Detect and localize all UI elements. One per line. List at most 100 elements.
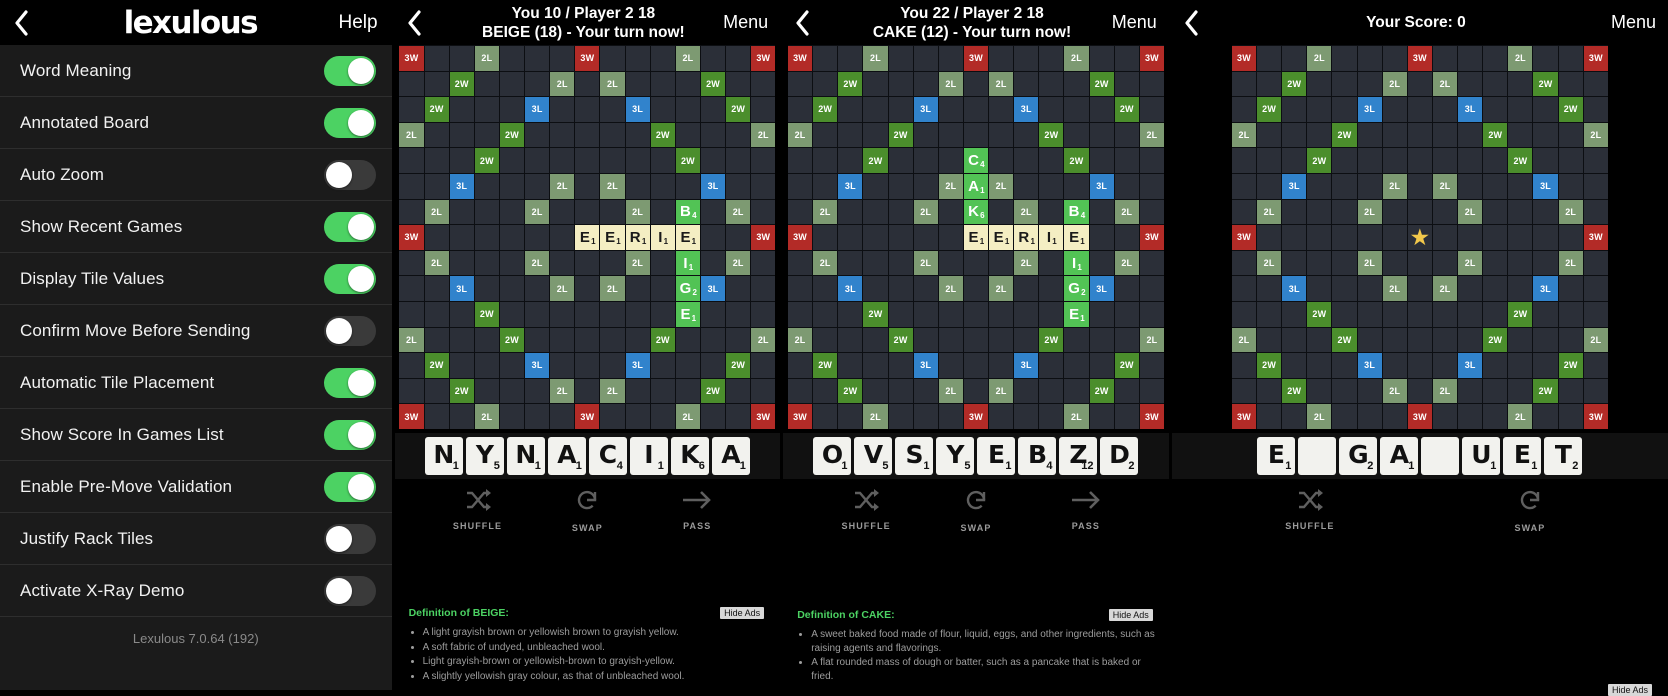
board-bonus-3w[interactable]: 3W (751, 225, 776, 250)
board-cell-empty[interactable] (1014, 404, 1039, 429)
board-cell-empty[interactable] (525, 225, 550, 250)
board-cell-empty[interactable] (625, 122, 650, 148)
board-cell-empty[interactable] (1382, 199, 1407, 225)
board-tile-i[interactable]: I1 (1064, 250, 1089, 276)
board-cell-empty[interactable] (751, 250, 776, 276)
rack-tile-a[interactable]: A1 (1380, 436, 1419, 475)
board-cell-empty[interactable] (813, 327, 838, 353)
board-bonus-2w[interactable]: 2W (1257, 97, 1282, 122)
board-cell-empty[interactable] (863, 71, 888, 97)
board-cell-empty[interactable] (1039, 46, 1064, 71)
board-cell-empty[interactable] (1508, 71, 1533, 97)
board-cell-empty[interactable] (1533, 46, 1558, 71)
board-bonus-3l[interactable]: 3L (1282, 173, 1307, 199)
board-cell-empty[interactable] (1558, 173, 1583, 199)
board-cell-empty[interactable] (963, 353, 989, 378)
board-cell-empty[interactable] (675, 122, 700, 148)
board-cell-empty[interactable] (1583, 199, 1608, 225)
board-cell-empty[interactable] (963, 71, 989, 97)
board-cell-empty[interactable] (675, 327, 700, 353)
board-cell-empty[interactable] (863, 327, 888, 353)
board-cell-empty[interactable] (813, 276, 838, 301)
board-cell-empty[interactable] (1407, 353, 1432, 378)
game3-board[interactable]: 3W 2L 3W 2L 3W 2W 2L 2L 2W 2W 3L 3L 2W 2L 2W 2W 2L 2W 2W 3L… (1231, 45, 1608, 429)
toggle-enable-pre-move-validation[interactable] (323, 471, 376, 502)
board-bonus-2w[interactable]: 2W (726, 97, 751, 122)
board-cell-empty[interactable] (600, 122, 625, 148)
board-cell-empty[interactable] (1357, 71, 1382, 97)
board-bonus-2l[interactable]: 2L (424, 199, 449, 225)
board-cell-empty[interactable] (1231, 250, 1257, 276)
board-cell-empty[interactable] (1382, 148, 1407, 173)
board-cell-empty[interactable] (1139, 250, 1164, 276)
board-cell-empty[interactable] (913, 173, 938, 199)
board-cell-empty[interactable] (1231, 71, 1257, 97)
board-tile-i[interactable]: I1 (650, 225, 675, 250)
setting-row-automatic-tile-placement[interactable]: Automatic Tile Placement (0, 357, 392, 409)
board-cell-empty[interactable] (1332, 199, 1357, 225)
board-cell-empty[interactable] (1332, 225, 1357, 250)
board-bonus-2w[interactable]: 2W (813, 353, 838, 378)
board-cell-empty[interactable] (1382, 301, 1407, 327)
help-button[interactable]: Help (339, 12, 378, 34)
board-cell-empty[interactable] (787, 148, 813, 173)
board-cell-empty[interactable] (1458, 71, 1483, 97)
board-cell-empty[interactable] (700, 327, 726, 353)
board-cell-empty[interactable] (600, 301, 625, 327)
board-cell-empty[interactable] (1382, 353, 1407, 378)
toggle-auto-zoom[interactable] (323, 159, 376, 190)
board-bonus-2l[interactable]: 2L (787, 327, 813, 353)
board-cell-empty[interactable] (575, 148, 600, 173)
board-cell-empty[interactable] (1307, 173, 1332, 199)
board-cell-empty[interactable] (938, 353, 963, 378)
board-cell-empty[interactable] (625, 46, 650, 71)
board-cell-empty[interactable] (863, 250, 888, 276)
board-cell-empty[interactable] (787, 71, 813, 97)
board-cell-empty[interactable] (989, 148, 1014, 173)
menu-button[interactable]: Menu (1112, 12, 1157, 33)
board-cell-empty[interactable] (1508, 327, 1533, 353)
board-bonus-2l[interactable]: 2L (1432, 276, 1458, 301)
board-cell-empty[interactable] (550, 225, 575, 250)
board-cell-empty[interactable] (1307, 276, 1332, 301)
board-bonus-3l[interactable]: 3L (1357, 353, 1382, 378)
board-cell-empty[interactable] (1332, 250, 1357, 276)
board-cell-empty[interactable] (751, 301, 776, 327)
board-cell-empty[interactable] (625, 148, 650, 173)
board-cell-empty[interactable] (399, 173, 424, 199)
board-cell-empty[interactable] (424, 46, 449, 71)
action-shuffle-button[interactable]: SHUFFLE (1265, 488, 1355, 531)
board-bonus-3l[interactable]: 3L (1089, 276, 1114, 301)
board-cell-empty[interactable] (1039, 353, 1064, 378)
board-bonus-3w[interactable]: 3W (787, 225, 813, 250)
board-cell-empty[interactable] (449, 225, 474, 250)
board-cell-empty[interactable] (449, 404, 474, 429)
board-cell-empty[interactable] (1432, 327, 1458, 353)
board-cell-empty[interactable] (550, 301, 575, 327)
rack-tile-u[interactable]: U1 (1462, 436, 1501, 475)
board-bonus-2l[interactable]: 2L (600, 378, 625, 404)
board-cell-empty[interactable] (1533, 199, 1558, 225)
board-bonus-2l[interactable]: 2L (1139, 327, 1164, 353)
board-cell-empty[interactable] (650, 353, 675, 378)
board-bonus-3w[interactable]: 3W (575, 46, 600, 71)
setting-row-auto-zoom[interactable]: Auto Zoom (0, 149, 392, 201)
board-cell-empty[interactable] (1307, 122, 1332, 148)
board-bonus-2l[interactable]: 2L (751, 327, 776, 353)
board-cell-empty[interactable] (525, 378, 550, 404)
rack-tile-z[interactable]: Z 12 (1059, 436, 1098, 475)
board-cell-empty[interactable] (650, 97, 675, 122)
board-cell-empty[interactable] (499, 404, 525, 429)
board-bonus-2l[interactable]: 2L (813, 199, 838, 225)
toggle-show-recent-games[interactable] (323, 211, 376, 242)
board-bonus-2l[interactable]: 2L (600, 276, 625, 301)
board-cell-empty[interactable] (449, 122, 474, 148)
board-bonus-2w[interactable]: 2W (813, 97, 838, 122)
board-cell-empty[interactable] (1114, 404, 1139, 429)
board-cell-empty[interactable] (1114, 301, 1139, 327)
board-cell-empty[interactable] (1458, 378, 1483, 404)
board-cell-empty[interactable] (1139, 199, 1164, 225)
board-bonus-2l[interactable]: 2L (1382, 378, 1407, 404)
board-cell-empty[interactable] (1114, 173, 1139, 199)
board-bonus-2l[interactable]: 2L (1382, 173, 1407, 199)
